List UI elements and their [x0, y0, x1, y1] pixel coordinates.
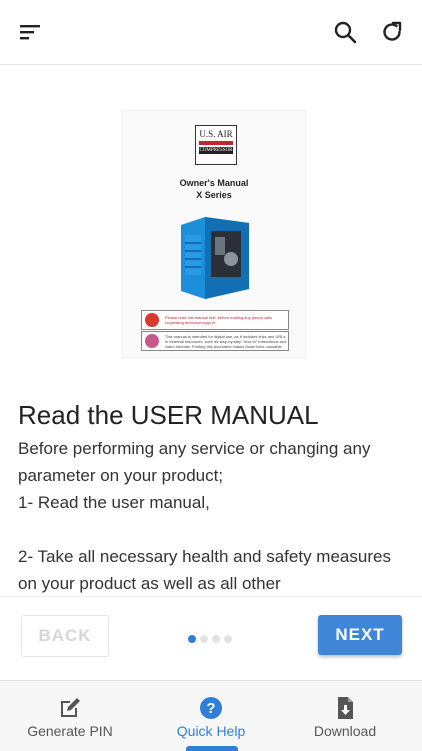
back-button[interactable]: BACK [21, 615, 109, 657]
edit-icon [58, 696, 82, 720]
manual-warning-read-first: Please read this manual first, before ma… [141, 310, 289, 330]
owners-manual-cover-image: U.S. AIR COMPRESSOR Owner's Manual X Ser… [122, 110, 306, 358]
us-air-compressor-logo: U.S. AIR COMPRESSOR [195, 125, 237, 165]
page-dot-1[interactable] [188, 635, 196, 643]
tab-label-quick-help: Quick Help [176, 723, 246, 739]
search-icon[interactable] [331, 18, 359, 46]
quick-help-content[interactable]: U.S. AIR COMPRESSOR Owner's Manual X Ser… [0, 65, 422, 595]
tab-download[interactable]: Download [275, 681, 415, 751]
refresh-icon[interactable] [378, 18, 406, 46]
active-tab-indicator [186, 746, 238, 751]
manual-title: Owner's Manual [179, 178, 249, 188]
sort-menu-icon[interactable] [16, 18, 44, 46]
tab-label-generate-pin: Generate PIN [27, 723, 113, 739]
manual-warning-digital-use: This manual is intended for digital use,… [141, 331, 289, 351]
svg-text:?: ? [206, 700, 215, 717]
help-icon: ? [199, 696, 223, 720]
pager-navigation: BACK NEXT [0, 596, 422, 681]
bottom-navigation: Generate PIN ? Quick Help Download [0, 680, 422, 751]
alert-icon [145, 313, 159, 327]
warning-text-1: Please read this manual first, before ma… [165, 315, 272, 325]
tab-generate-pin[interactable]: Generate PIN [0, 681, 140, 751]
instructions-text: Before performing any service or changin… [18, 439, 391, 593]
page-indicator [188, 635, 232, 643]
manual-series: X Series [196, 190, 232, 200]
download-file-icon [333, 696, 357, 720]
logo-text-bottom: COMPRESSOR [199, 147, 233, 154]
no-print-icon [145, 334, 159, 348]
tab-label-download: Download [313, 723, 377, 739]
tab-quick-help[interactable]: ? Quick Help [141, 681, 281, 751]
logo-text-top: U.S. AIR [199, 129, 233, 139]
page-dot-3[interactable] [212, 635, 220, 643]
app-header [0, 0, 422, 65]
page-dot-4[interactable] [224, 635, 232, 643]
warning-text-2: This manual is intended for digital use,… [165, 333, 287, 349]
compressor-image [175, 215, 253, 301]
page-dot-2[interactable] [200, 635, 208, 643]
page-heading: Read the USER MANUAL [18, 400, 319, 430]
next-button[interactable]: NEXT [318, 615, 402, 655]
